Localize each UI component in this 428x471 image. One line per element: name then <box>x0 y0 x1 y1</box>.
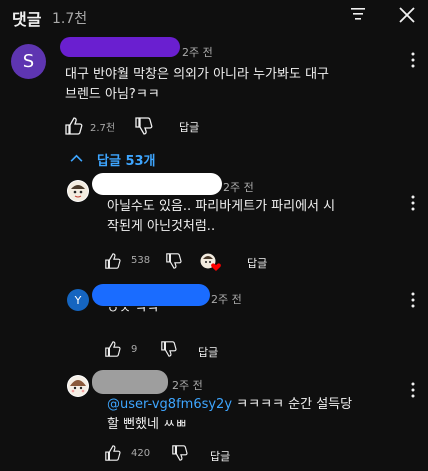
close-icon[interactable] <box>398 6 416 24</box>
cartoon-avatar-icon <box>68 376 88 396</box>
reply-button[interactable]: 답글 <box>179 119 199 135</box>
more-vertical-icon[interactable] <box>411 52 415 68</box>
avatar[interactable]: Y <box>67 289 89 311</box>
more-vertical-icon[interactable] <box>411 292 415 308</box>
author-name-redacted[interactable] <box>60 37 180 57</box>
thumbs-down-icon[interactable] <box>160 340 178 358</box>
comment-timestamp[interactable]: 2주 전 <box>182 44 213 60</box>
comment-text-fragment: ㅋㅋㅋㅋ 순간 설득당 <box>232 397 353 412</box>
thumbs-up-icon[interactable] <box>104 444 122 462</box>
avatar[interactable]: S <box>11 44 46 79</box>
comment-text: ㅇㅈ ㅋㅋ <box>107 307 407 320</box>
like-count: 420 <box>131 448 151 459</box>
reply-button[interactable]: 답글 <box>247 255 267 271</box>
avatar-letter: Y <box>74 293 82 307</box>
comment-timestamp[interactable]: 2주 전 <box>223 179 254 195</box>
avatar[interactable] <box>67 180 89 202</box>
avatar[interactable] <box>67 375 89 397</box>
more-vertical-icon[interactable] <box>411 382 415 398</box>
thumbs-down-icon[interactable] <box>171 444 189 462</box>
like-count: 538 <box>131 255 151 266</box>
cartoon-avatar-icon <box>68 181 88 201</box>
comment-text-line: 대구 반야월 막창은 의외가 아니라 누가봐도 대구 <box>65 67 329 82</box>
author-name-redacted[interactable] <box>92 173 222 195</box>
reply-button[interactable]: 답글 <box>198 344 218 360</box>
comment-text-line: @user-vg8fm6sy2y ㅋㅋㅋㅋ 순간 설득당 <box>107 395 407 415</box>
comment-text-line: 할 뻔했네 ㅆㅃ <box>107 417 188 432</box>
avatar-letter: S <box>22 51 35 72</box>
comment-text-line: 아닐수도 있음.. 파리바게트가 파리에서 시 <box>107 199 336 214</box>
author-name-redacted[interactable] <box>92 284 210 306</box>
reply-button[interactable]: 답글 <box>210 448 230 464</box>
thumbs-up-icon[interactable] <box>104 340 122 358</box>
comment-text-line: 브렌드 아님?ㅋㅋ <box>65 87 160 102</box>
thumbs-down-icon[interactable] <box>134 116 154 136</box>
comment-text: 아닐수도 있음.. 파리바게트가 파리에서 시 작된게 아닌것처럼.. <box>107 197 407 237</box>
thumbs-up-icon[interactable] <box>104 252 122 270</box>
comment-text-line: 작된게 아닌것처럼.. <box>107 219 216 234</box>
comments-title: 댓글 <box>12 10 42 29</box>
user-mention-link[interactable]: @user-vg8fm6sy2y <box>107 397 232 412</box>
comment-text: @user-vg8fm6sy2y ㅋㅋㅋㅋ 순간 설득당 할 뻔했네 ㅆㅃ <box>107 395 407 435</box>
like-count: 2.7천 <box>90 123 116 134</box>
filter-icon[interactable] <box>350 6 366 22</box>
comment-text: 대구 반야월 막창은 의외가 아니라 누가봐도 대구 브렌드 아님?ㅋㅋ <box>65 65 395 105</box>
replies-toggle-button[interactable]: 답글 53개 <box>97 150 156 169</box>
like-count: 9 <box>131 344 138 355</box>
thumbs-up-icon[interactable] <box>64 116 84 136</box>
comment-timestamp[interactable]: 2주 전 <box>172 377 203 393</box>
creator-heart-icon <box>200 252 222 272</box>
author-name-redacted[interactable] <box>92 370 168 394</box>
comments-count: 1.7천 <box>52 11 88 27</box>
chevron-up-icon[interactable] <box>70 154 83 163</box>
thumbs-down-icon[interactable] <box>165 252 183 270</box>
comment-timestamp[interactable]: 2주 전 <box>211 291 242 307</box>
more-vertical-icon[interactable] <box>411 195 415 211</box>
comment-text-line: ㅇㅈ ㅋㅋ <box>107 307 159 317</box>
